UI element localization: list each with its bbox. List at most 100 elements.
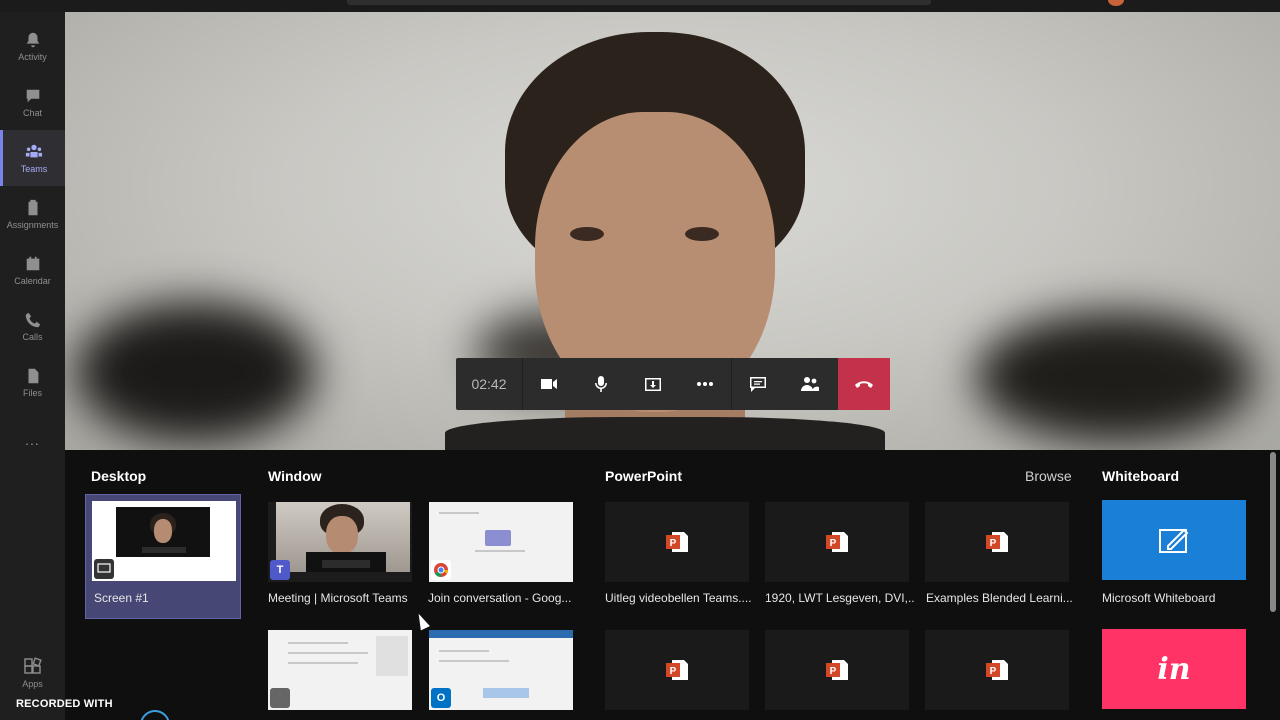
- share-option-window-outlook[interactable]: O: [429, 630, 573, 710]
- chat-button[interactable]: [732, 358, 784, 410]
- calendar-app-icon: [270, 688, 290, 708]
- section-title-desktop: Desktop: [91, 468, 147, 484]
- share-option-ppt-5[interactable]: P: [765, 630, 909, 710]
- avatar[interactable]: [1108, 0, 1124, 6]
- rail-item-label: Teams: [20, 163, 48, 174]
- apps-icon: [23, 657, 42, 674]
- rail-item-chat[interactable]: Chat: [0, 74, 65, 130]
- camera-button[interactable]: [523, 358, 575, 410]
- share-option-label: Join conversation - Goog...: [428, 591, 572, 605]
- share-option-window-chrome[interactable]: [429, 502, 573, 582]
- apps-label: Apps: [22, 679, 43, 689]
- teams-app: Activity Chat Teams Assignments Calendar…: [0, 0, 1280, 720]
- share-option-window-calendar[interactable]: [268, 630, 412, 710]
- chat-icon: [26, 89, 39, 102]
- participant-eye: [570, 227, 604, 241]
- svg-text:P: P: [670, 666, 677, 677]
- svg-text:P: P: [670, 538, 677, 549]
- chat-icon: [750, 377, 766, 392]
- share-tray-button[interactable]: [627, 358, 679, 410]
- rail-item-calendar[interactable]: Calendar: [0, 242, 65, 298]
- share-tray-icon: [645, 378, 661, 391]
- share-tray: Desktop Screen #1 Window T Meeting | Mic…: [65, 450, 1280, 720]
- background-blur: [975, 312, 1255, 442]
- files-icon: [28, 368, 38, 383]
- invision-logo: in: [1157, 651, 1191, 687]
- assignments-icon: [28, 199, 37, 215]
- chrome-icon: [431, 560, 451, 580]
- participants-button[interactable]: [784, 358, 836, 410]
- powerpoint-file-icon: P: [666, 660, 688, 680]
- rail-item-label: Activity: [18, 51, 47, 62]
- search-bar[interactable]: [347, 0, 931, 5]
- app-rail: Activity Chat Teams Assignments Calendar…: [0, 12, 65, 720]
- whiteboard-icon: [1159, 528, 1189, 553]
- rail-item-calls[interactable]: Calls: [0, 298, 65, 354]
- rail-item-files[interactable]: Files: [0, 354, 65, 410]
- share-option-ppt-6[interactable]: P: [925, 630, 1069, 710]
- rail-item-label: Assignments: [6, 219, 59, 230]
- svg-text:P: P: [830, 538, 837, 549]
- powerpoint-file-icon: P: [826, 532, 848, 552]
- share-option-ppt-3[interactable]: P: [925, 502, 1069, 582]
- share-option-ppt-4[interactable]: P: [605, 630, 749, 710]
- share-option-window-teams[interactable]: T: [268, 502, 412, 582]
- participant-eye: [685, 227, 719, 241]
- section-title-powerpoint: PowerPoint: [605, 468, 683, 484]
- share-option-label: Screen #1: [94, 591, 149, 605]
- title-bar: [0, 0, 1280, 12]
- teams-icon: [25, 144, 43, 157]
- participant-shirt: [445, 417, 885, 450]
- background-blur: [75, 302, 315, 442]
- more-options-button[interactable]: [679, 358, 731, 410]
- rail-item-label: Calls: [22, 331, 43, 342]
- share-option-label: Uitleg videobellen Teams....: [605, 591, 752, 605]
- rail-item-activity[interactable]: Activity: [0, 18, 65, 74]
- more-apps-button[interactable]: ...: [0, 432, 65, 448]
- microphone-icon: [594, 376, 608, 392]
- share-option-label: Examples Blended Learni...: [926, 591, 1073, 605]
- apps-button[interactable]: Apps: [0, 657, 65, 689]
- call-timer: 02:42: [471, 376, 507, 392]
- share-option-invision[interactable]: in: [1102, 629, 1246, 709]
- outlook-icon: O: [431, 688, 451, 708]
- call-controls: 02:42: [456, 358, 890, 410]
- share-option-microsoft-whiteboard[interactable]: [1102, 500, 1246, 580]
- rail-item-teams[interactable]: Teams: [0, 130, 65, 186]
- browse-button[interactable]: Browse: [1025, 468, 1072, 484]
- bell-icon: [26, 32, 39, 47]
- monitor-icon: [94, 559, 114, 579]
- svg-text:P: P: [990, 666, 997, 677]
- share-option-label: Meeting | Microsoft Teams: [268, 591, 408, 605]
- section-title-window: Window: [268, 468, 322, 484]
- camera-icon: [541, 379, 557, 389]
- share-tray-scrollbar[interactable]: [1270, 452, 1276, 612]
- share-option-label: Microsoft Whiteboard: [1102, 591, 1216, 605]
- calendar-icon: [26, 256, 39, 270]
- svg-text:P: P: [830, 666, 837, 677]
- phone-icon: [25, 312, 40, 327]
- teams-app-icon: T: [270, 560, 290, 580]
- participants-icon: [801, 377, 819, 391]
- hang-up-icon: [855, 381, 873, 388]
- rail-item-label: Files: [22, 387, 42, 398]
- microphone-button[interactable]: [575, 358, 627, 410]
- mini-video: [116, 507, 210, 557]
- powerpoint-file-icon: P: [986, 532, 1008, 552]
- mini-video: [276, 502, 410, 572]
- recording-watermark: RECORDED WITH: [16, 698, 113, 710]
- rail-item-assignments[interactable]: Assignments: [0, 186, 65, 242]
- hang-up-button[interactable]: [838, 358, 890, 410]
- svg-text:P: P: [990, 538, 997, 549]
- powerpoint-file-icon: P: [666, 532, 688, 552]
- share-option-ppt-1[interactable]: P: [605, 502, 749, 582]
- share-option-screen-1[interactable]: Screen #1: [85, 494, 241, 619]
- share-option-ppt-2[interactable]: P: [765, 502, 909, 582]
- screen-preview: [92, 501, 236, 581]
- section-title-whiteboard: Whiteboard: [1102, 468, 1179, 484]
- powerpoint-file-icon: P: [986, 660, 1008, 680]
- rail-item-label: Calendar: [14, 275, 51, 286]
- share-option-label: 1920, LWT Lesgeven, DVI,...: [765, 591, 915, 605]
- powerpoint-file-icon: P: [826, 660, 848, 680]
- more-options-icon: [697, 382, 713, 386]
